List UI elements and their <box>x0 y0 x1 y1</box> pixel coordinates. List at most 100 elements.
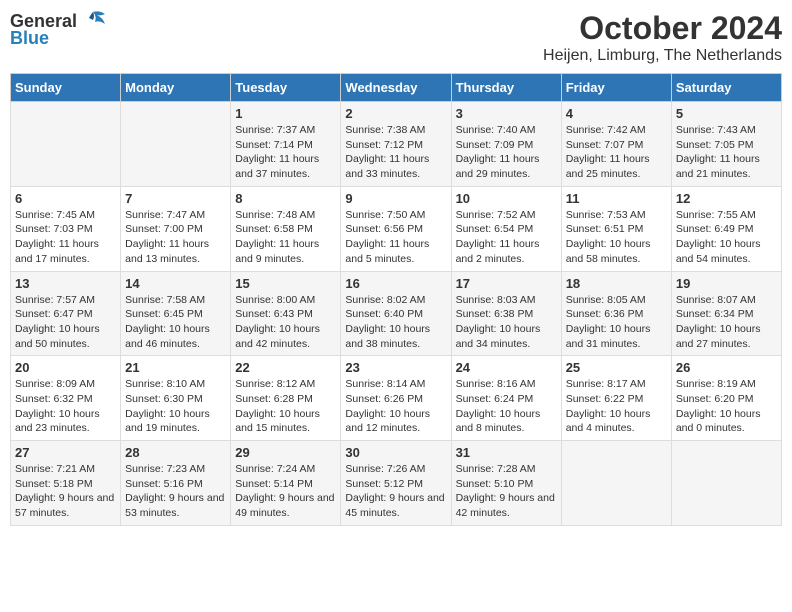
day-info: Sunrise: 7:37 AM Sunset: 7:14 PM Dayligh… <box>235 123 336 182</box>
day-number: 31 <box>456 445 557 460</box>
day-cell: 23 Sunrise: 8:14 AM Sunset: 6:26 PM Dayli… <box>341 356 451 441</box>
day-info: Sunrise: 8:05 AM Sunset: 6:36 PM Dayligh… <box>566 293 667 352</box>
day-cell: 1 Sunrise: 7:37 AM Sunset: 7:14 PM Daylig… <box>231 102 341 187</box>
calendar-table: SundayMondayTuesdayWednesdayThursdayFrid… <box>10 73 782 526</box>
day-cell: 7 Sunrise: 7:47 AM Sunset: 7:00 PM Daylig… <box>121 186 231 271</box>
day-info: Sunrise: 7:24 AM Sunset: 5:14 PM Dayligh… <box>235 462 336 521</box>
day-cell: 16Sunrise: 8:02 AM Sunset: 6:40 PM Dayli… <box>341 271 451 356</box>
day-number: 19 <box>676 276 777 291</box>
day-info: Sunrise: 8:10 AM Sunset: 6:30 PM Dayligh… <box>125 377 226 436</box>
header-wednesday: Wednesday <box>341 74 451 102</box>
day-number: 29 <box>235 445 336 460</box>
header-thursday: Thursday <box>451 74 561 102</box>
day-number: 13 <box>15 276 116 291</box>
day-cell: 15Sunrise: 8:00 AM Sunset: 6:43 PM Dayli… <box>231 271 341 356</box>
day-cell: 31 Sunrise: 7:28 AM Sunset: 5:10 PM Dayli… <box>451 441 561 526</box>
day-cell <box>671 441 781 526</box>
day-cell: 2 Sunrise: 7:38 AM Sunset: 7:12 PM Daylig… <box>341 102 451 187</box>
header-tuesday: Tuesday <box>231 74 341 102</box>
day-number: 8 <box>235 191 336 206</box>
header-sunday: Sunday <box>11 74 121 102</box>
day-number: 25 <box>566 360 667 375</box>
calendar-header-row: SundayMondayTuesdayWednesdayThursdayFrid… <box>11 74 782 102</box>
day-cell: 11Sunrise: 7:53 AM Sunset: 6:51 PM Dayli… <box>561 186 671 271</box>
week-row-3: 13 Sunrise: 7:57 AM Sunset: 6:47 PM Dayli… <box>11 271 782 356</box>
header-friday: Friday <box>561 74 671 102</box>
day-cell <box>561 441 671 526</box>
week-row-2: 6 Sunrise: 7:45 AM Sunset: 7:03 PM Daylig… <box>11 186 782 271</box>
day-cell: 22Sunrise: 8:12 AM Sunset: 6:28 PM Dayli… <box>231 356 341 441</box>
week-row-4: 20Sunrise: 8:09 AM Sunset: 6:32 PM Dayli… <box>11 356 782 441</box>
logo: General Blue <box>10 10 107 49</box>
day-info: Sunrise: 8:14 AM Sunset: 6:26 PM Dayligh… <box>345 377 446 436</box>
day-info: Sunrise: 7:55 AM Sunset: 6:49 PM Dayligh… <box>676 208 777 267</box>
day-info: Sunrise: 8:07 AM Sunset: 6:34 PM Dayligh… <box>676 293 777 352</box>
day-cell: 8 Sunrise: 7:48 AM Sunset: 6:58 PM Daylig… <box>231 186 341 271</box>
day-cell: 20Sunrise: 8:09 AM Sunset: 6:32 PM Dayli… <box>11 356 121 441</box>
day-cell: 27Sunrise: 7:21 AM Sunset: 5:18 PM Dayli… <box>11 441 121 526</box>
title-area: October 2024 Heijen, Limburg, The Nether… <box>543 10 782 65</box>
logo-bird-icon <box>79 10 107 32</box>
day-info: Sunrise: 8:03 AM Sunset: 6:38 PM Dayligh… <box>456 293 557 352</box>
day-cell: 14Sunrise: 7:58 AM Sunset: 6:45 PM Dayli… <box>121 271 231 356</box>
day-info: Sunrise: 7:50 AM Sunset: 6:56 PM Dayligh… <box>345 208 446 267</box>
page-header: General Blue October 2024 Heijen, Limbur… <box>10 10 782 65</box>
day-cell: 17 Sunrise: 8:03 AM Sunset: 6:38 PM Dayli… <box>451 271 561 356</box>
day-number: 6 <box>15 191 116 206</box>
day-cell: 6 Sunrise: 7:45 AM Sunset: 7:03 PM Daylig… <box>11 186 121 271</box>
header-saturday: Saturday <box>671 74 781 102</box>
day-info: Sunrise: 8:16 AM Sunset: 6:24 PM Dayligh… <box>456 377 557 436</box>
day-info: Sunrise: 7:47 AM Sunset: 7:00 PM Dayligh… <box>125 208 226 267</box>
day-cell: 29 Sunrise: 7:24 AM Sunset: 5:14 PM Dayli… <box>231 441 341 526</box>
header-monday: Monday <box>121 74 231 102</box>
day-info: Sunrise: 7:43 AM Sunset: 7:05 PM Dayligh… <box>676 123 777 182</box>
day-cell: 30 Sunrise: 7:26 AM Sunset: 5:12 PM Dayli… <box>341 441 451 526</box>
day-info: Sunrise: 7:57 AM Sunset: 6:47 PM Dayligh… <box>15 293 116 352</box>
day-cell: 13 Sunrise: 7:57 AM Sunset: 6:47 PM Dayli… <box>11 271 121 356</box>
day-cell: 24 Sunrise: 8:16 AM Sunset: 6:24 PM Dayli… <box>451 356 561 441</box>
day-number: 1 <box>235 106 336 121</box>
week-row-1: 1 Sunrise: 7:37 AM Sunset: 7:14 PM Daylig… <box>11 102 782 187</box>
day-cell: 19 Sunrise: 8:07 AM Sunset: 6:34 PM Dayli… <box>671 271 781 356</box>
day-info: Sunrise: 8:12 AM Sunset: 6:28 PM Dayligh… <box>235 377 336 436</box>
day-number: 21 <box>125 360 226 375</box>
day-cell: 4Sunrise: 7:42 AM Sunset: 7:07 PM Daylig… <box>561 102 671 187</box>
day-number: 26 <box>676 360 777 375</box>
day-number: 3 <box>456 106 557 121</box>
month-title: October 2024 <box>543 10 782 47</box>
day-cell: 18 Sunrise: 8:05 AM Sunset: 6:36 PM Dayli… <box>561 271 671 356</box>
day-number: 24 <box>456 360 557 375</box>
day-info: Sunrise: 7:26 AM Sunset: 5:12 PM Dayligh… <box>345 462 446 521</box>
day-number: 2 <box>345 106 446 121</box>
day-number: 7 <box>125 191 226 206</box>
day-info: Sunrise: 7:28 AM Sunset: 5:10 PM Dayligh… <box>456 462 557 521</box>
day-cell <box>11 102 121 187</box>
day-number: 23 <box>345 360 446 375</box>
day-number: 18 <box>566 276 667 291</box>
day-info: Sunrise: 8:09 AM Sunset: 6:32 PM Dayligh… <box>15 377 116 436</box>
day-info: Sunrise: 7:38 AM Sunset: 7:12 PM Dayligh… <box>345 123 446 182</box>
day-cell: 5Sunrise: 7:43 AM Sunset: 7:05 PM Daylig… <box>671 102 781 187</box>
day-cell: 9Sunrise: 7:50 AM Sunset: 6:56 PM Daylig… <box>341 186 451 271</box>
day-info: Sunrise: 8:17 AM Sunset: 6:22 PM Dayligh… <box>566 377 667 436</box>
day-number: 11 <box>566 191 667 206</box>
day-number: 4 <box>566 106 667 121</box>
day-info: Sunrise: 7:40 AM Sunset: 7:09 PM Dayligh… <box>456 123 557 182</box>
day-info: Sunrise: 8:19 AM Sunset: 6:20 PM Dayligh… <box>676 377 777 436</box>
day-number: 27 <box>15 445 116 460</box>
day-number: 28 <box>125 445 226 460</box>
day-number: 17 <box>456 276 557 291</box>
day-info: Sunrise: 7:45 AM Sunset: 7:03 PM Dayligh… <box>15 208 116 267</box>
day-info: Sunrise: 7:58 AM Sunset: 6:45 PM Dayligh… <box>125 293 226 352</box>
day-number: 10 <box>456 191 557 206</box>
day-cell: 28 Sunrise: 7:23 AM Sunset: 5:16 PM Dayli… <box>121 441 231 526</box>
logo-blue: Blue <box>10 28 49 49</box>
day-cell: 10Sunrise: 7:52 AM Sunset: 6:54 PM Dayli… <box>451 186 561 271</box>
day-number: 15 <box>235 276 336 291</box>
day-number: 12 <box>676 191 777 206</box>
day-number: 16 <box>345 276 446 291</box>
day-number: 30 <box>345 445 446 460</box>
day-info: Sunrise: 7:23 AM Sunset: 5:16 PM Dayligh… <box>125 462 226 521</box>
day-cell: 21 Sunrise: 8:10 AM Sunset: 6:30 PM Dayli… <box>121 356 231 441</box>
day-info: Sunrise: 7:48 AM Sunset: 6:58 PM Dayligh… <box>235 208 336 267</box>
